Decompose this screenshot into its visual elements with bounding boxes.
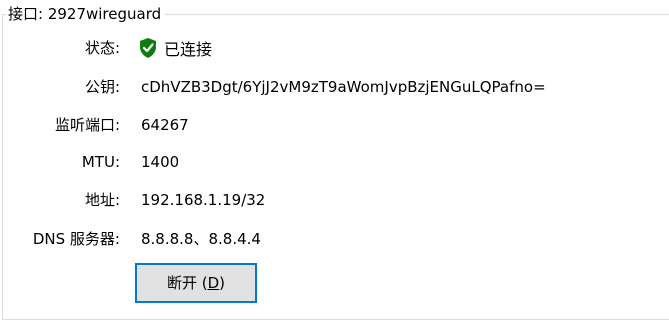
interface-group-title: 接口: 2927wireguard xyxy=(6,4,166,24)
disconnect-button[interactable]: 断开 (D) xyxy=(135,263,257,303)
address-label: 地址: xyxy=(84,191,120,209)
public-key-value[interactable]: cDhVZB3Dgt/6YjJ2vM9zT9aWomJvpBzjENGuLQPa… xyxy=(141,75,546,99)
public-key-label: 公钥: xyxy=(84,78,120,96)
disconnect-button-label: 断开 (D) xyxy=(166,274,226,292)
status-row: 状态: 已连接 xyxy=(0,36,669,60)
dns-row: DNS 服务器: 8.8.8.8、8.8.4.4 xyxy=(0,227,669,251)
public-key-row: 公钥: cDhVZB3Dgt/6YjJ2vM9zT9aWomJvpBzjENGu… xyxy=(0,75,669,99)
dns-label: DNS 服务器: xyxy=(32,230,120,248)
shield-check-icon xyxy=(140,38,156,58)
status-label: 状态: xyxy=(84,39,120,57)
disconnect-accelerator: D xyxy=(207,274,220,292)
mtu-label: MTU: xyxy=(81,153,120,171)
tunnel-details-panel: 接口: 2927wireguard 状态: 已连接 公钥: cDhVZB3Dgt… xyxy=(0,0,669,322)
status-value: 已连接 xyxy=(138,36,212,60)
listen-port-row: 监听端口: 64267 xyxy=(0,113,669,137)
address-value[interactable]: 192.168.1.19/32 xyxy=(141,188,265,212)
dns-value[interactable]: 8.8.8.8、8.8.4.4 xyxy=(141,227,261,251)
listen-port-label: 监听端口: xyxy=(54,116,120,134)
listen-port-value[interactable]: 64267 xyxy=(141,113,189,137)
mtu-value[interactable]: 1400 xyxy=(141,150,179,174)
address-row: 地址: 192.168.1.19/32 xyxy=(0,188,669,212)
mtu-row: MTU: 1400 xyxy=(0,150,669,174)
status-text: 已连接 xyxy=(164,40,213,59)
